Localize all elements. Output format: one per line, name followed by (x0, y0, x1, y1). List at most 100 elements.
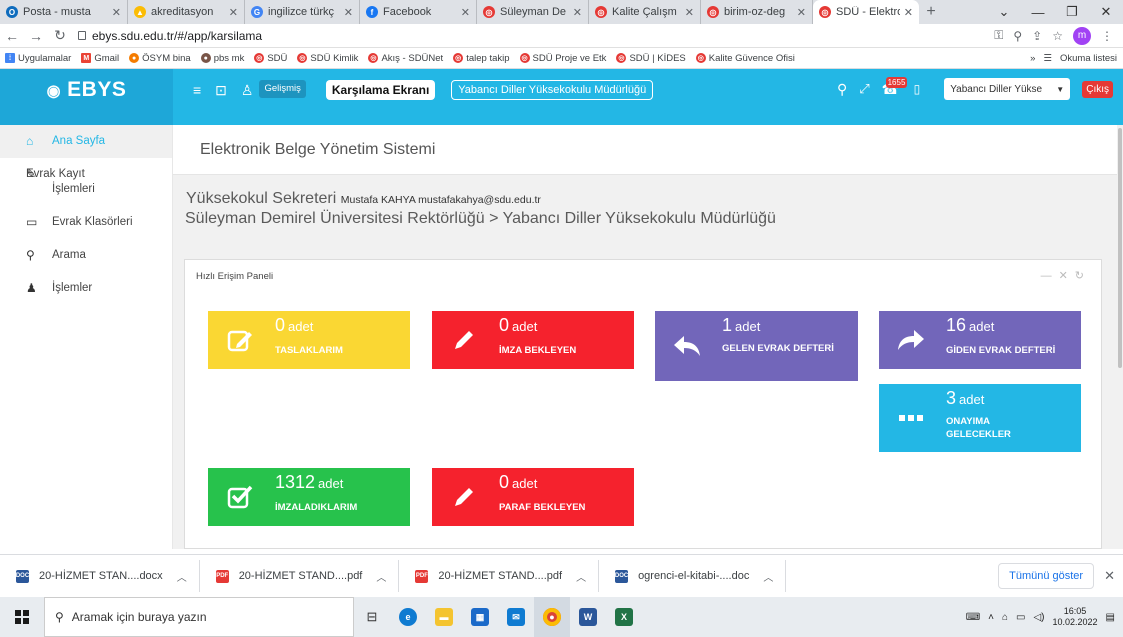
tile-outgoing-register[interactable]: 16 adet GİDEN EVRAK DEFTERİ (879, 311, 1081, 369)
mail-icon[interactable]: ✉ (498, 597, 534, 637)
bookmark-item[interactable]: ◎ SDÜ Kimlik (297, 53, 358, 64)
sidebar-item-search[interactable]: ⚲ Arama (0, 239, 172, 272)
bookmark-item[interactable]: ◎ SDÜ Proje ve Etk (519, 53, 606, 64)
sidebar-item-document-registration[interactable]: ✎ Evrak Kayıt İşlemleri (0, 158, 172, 206)
close-icon[interactable]: ✕ (685, 6, 694, 19)
minimize-icon[interactable]: — (1041, 270, 1059, 282)
bookmark-item[interactable]: ◎ SDÜ (254, 53, 287, 64)
unit-button[interactable]: Yabancı Diller Yüksekokulu Müdürlüğü (451, 80, 654, 100)
back-icon[interactable]: ← (0, 28, 24, 44)
tile-pending-approval[interactable]: 3 adet ONAYIMA GELECEKLER (879, 384, 1081, 452)
bookmark-item[interactable]: ◎ talep takip (453, 53, 510, 64)
panel-toggle-icon[interactable]: ▯ (914, 82, 921, 96)
chevron-up-icon[interactable]: ︿ (177, 569, 187, 584)
close-icon[interactable]: ✕ (573, 6, 582, 19)
bookmark-item[interactable]: ● pbs mk (200, 53, 244, 64)
reading-list-label[interactable]: Okuma listesi (1060, 53, 1117, 64)
chevron-up-icon[interactable]: ︿ (576, 569, 586, 584)
reload-icon[interactable]: ↻ (48, 27, 72, 44)
close-icon[interactable]: ✕ (904, 6, 913, 19)
keyboard-icon[interactable]: ⌨ (966, 612, 980, 623)
forward-icon[interactable]: → (24, 28, 48, 44)
download-item[interactable]: PDF 20-HİZMET STAND....pdf ︿ (399, 560, 600, 592)
search-icon[interactable]: ⚲ (837, 81, 847, 98)
sidebar-item-home[interactable]: ⌂ Ana Sayfa (0, 125, 172, 158)
bookmark-item[interactable]: ◎ Kalite Güvence Ofisi (695, 53, 795, 64)
chevron-up-icon[interactable]: ︿ (376, 569, 386, 584)
word-icon[interactable]: W (570, 597, 606, 637)
tile-signed[interactable]: 1312 adet İMZALADIKLARIM (208, 468, 410, 526)
bookmark-item[interactable]: ◎ SDÜ | KİDES (616, 53, 686, 64)
chrome-icon[interactable]: ● (534, 597, 570, 637)
close-icon[interactable]: ✕ (344, 6, 353, 19)
tab-search-icon[interactable]: ⌄ (987, 4, 1021, 20)
app-logo[interactable]: ◉ EBYS (0, 69, 173, 125)
browser-tab[interactable]: ◎ birim-oz-deg ✕ (701, 0, 813, 24)
windows-start-icon[interactable] (0, 610, 44, 624)
url-field[interactable]: ebys.sdu.edu.tr/#/app/karsilama (78, 29, 994, 43)
download-item[interactable]: PDF 20-HİZMET STAND....pdf ︿ (200, 560, 400, 592)
bookmark-item[interactable]: M Gmail (81, 53, 119, 64)
browser-tab[interactable]: Gingilizce türkç ✕ (245, 0, 360, 24)
volume-icon[interactable]: ◁) (1033, 612, 1044, 623)
notification-icon[interactable]: ☎ 1655 (882, 76, 908, 98)
browser-tab-active[interactable]: ◎ SDÜ - Elektro ✕ (813, 0, 919, 24)
user-icon[interactable]: ♙ (241, 80, 254, 100)
bookmark-item[interactable]: ⁞ Uygulamalar (5, 53, 71, 64)
restore-icon[interactable]: ❐ (1055, 4, 1089, 20)
tile-awaiting-initials[interactable]: 0 adet PARAF BEKLEYEN (432, 468, 634, 526)
sidebar-item-operations[interactable]: ♟ İşlemler (0, 272, 172, 305)
close-icon[interactable]: ✕ (112, 6, 121, 19)
refresh-icon[interactable]: ↻ (1075, 270, 1091, 282)
browser-tab[interactable]: O Posta - musta ✕ (0, 0, 128, 24)
hamburger-icon[interactable]: ≡ (193, 80, 201, 100)
browser-tab[interactable]: ▲ akreditasyon ✕ (128, 0, 245, 24)
unit-select[interactable]: Yabancı Diller Yükse ▼ (944, 78, 1071, 100)
download-item[interactable]: DOC ogrenci-el-kitabi-....doc ︿ (599, 560, 787, 592)
welcome-screen-button[interactable]: Karşılama Ekranı (325, 80, 436, 100)
network-icon[interactable]: ⌂ (1002, 612, 1008, 623)
menu-icon[interactable]: ⋮ (1101, 29, 1113, 43)
star-icon[interactable]: ☆ (1052, 29, 1063, 43)
file-explorer-icon[interactable]: ▬ (426, 597, 462, 637)
more-bookmarks-icon[interactable]: » (1030, 53, 1035, 64)
browser-tab[interactable]: ◎ Kalite Çalışm ✕ (589, 0, 701, 24)
sidebar-item-document-folders[interactable]: ▭ Evrak Klasörleri (0, 206, 172, 239)
bookmark-item[interactable]: ◎ Akış - SDÜNet (368, 53, 443, 64)
profile-avatar[interactable]: m (1073, 26, 1091, 45)
show-all-button[interactable]: Tümünü göster (998, 563, 1095, 589)
close-icon[interactable]: ✕ (1104, 568, 1115, 584)
zoom-icon[interactable]: ⚲ (1013, 29, 1022, 43)
excel-icon[interactable]: X (606, 597, 642, 637)
close-icon[interactable]: ✕ (797, 6, 806, 19)
taskbar-search-input[interactable]: ⚲ Aramak için buraya yazın (44, 597, 354, 637)
browser-tab[interactable]: f Facebook ✕ (360, 0, 477, 24)
tile-drafts[interactable]: 0 adet TASLAKLARIM (208, 311, 410, 369)
battery-icon[interactable]: ▭ (1016, 612, 1025, 623)
new-tab-button[interactable]: + (919, 0, 943, 24)
reading-list-icon[interactable]: ☰ (1043, 53, 1052, 64)
notification-center-icon[interactable]: ▤ (1106, 612, 1115, 623)
browser-tab[interactable]: ◎ Süleyman De ✕ (477, 0, 589, 24)
minimize-icon[interactable]: — (1021, 5, 1055, 20)
download-item[interactable]: DOC 20-HİZMET STAN....docx ︿ (0, 560, 200, 592)
close-icon[interactable]: ✕ (1059, 270, 1075, 282)
edge-icon[interactable]: e (390, 597, 426, 637)
scrollbar-thumb[interactable] (1118, 128, 1122, 368)
lock-icon[interactable]: ⊡ (215, 80, 227, 100)
fullscreen-icon[interactable]: ⤢ (859, 81, 869, 97)
task-view-icon[interactable]: ⊟ (354, 597, 390, 637)
clock[interactable]: 16:05 10.02.2022 (1053, 606, 1098, 628)
store-icon[interactable]: ▦ (462, 597, 498, 637)
bookmark-item[interactable]: ● ÖSYM bina (129, 53, 191, 64)
tile-awaiting-signature[interactable]: 0 adet İMZA BEKLEYEN (432, 311, 634, 369)
close-window-icon[interactable]: ✕ (1089, 4, 1123, 20)
logout-button[interactable]: Çıkış (1082, 80, 1113, 98)
key-icon[interactable]: ⚿ (994, 28, 1003, 43)
share-icon[interactable]: ⇪ (1032, 29, 1042, 43)
close-icon[interactable]: ✕ (229, 6, 238, 19)
chevron-up-icon[interactable]: ︿ (763, 569, 773, 584)
chevron-up-icon[interactable]: ˄ (988, 612, 994, 623)
scrollbar[interactable] (1117, 125, 1123, 549)
close-icon[interactable]: ✕ (461, 6, 470, 19)
